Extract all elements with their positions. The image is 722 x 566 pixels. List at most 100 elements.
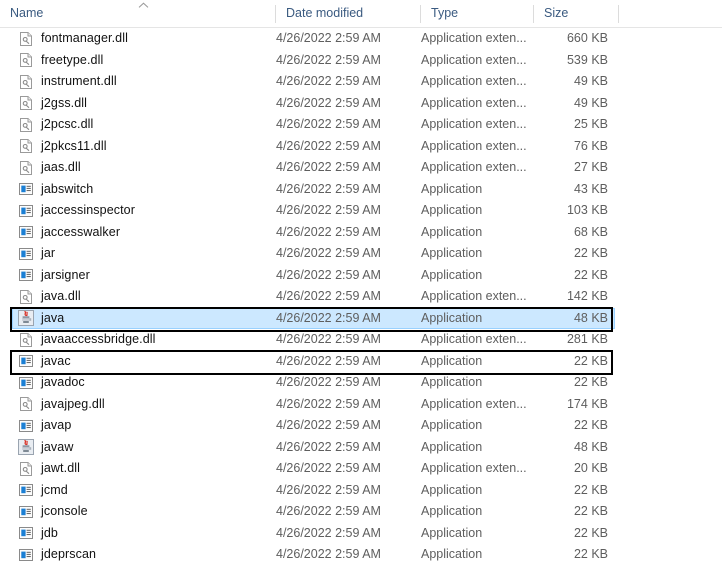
cell-name[interactable]: jaccesswalker bbox=[18, 222, 268, 244]
cell-name[interactable]: jarsigner bbox=[18, 265, 268, 287]
column-divider-4[interactable] bbox=[618, 5, 619, 23]
table-row[interactable]: jar 4/26/2022 2:59 AM Application 22 KB bbox=[0, 243, 722, 265]
cell-date-modified: 4/26/2022 2:59 AM bbox=[276, 181, 381, 196]
table-row[interactable]: javap 4/26/2022 2:59 AM Application 22 KB bbox=[0, 415, 722, 437]
table-row[interactable]: jconsole 4/26/2022 2:59 AM Application 22 K… bbox=[0, 501, 722, 523]
cell-name[interactable]: jaas.dll bbox=[18, 157, 268, 179]
application-exe-icon bbox=[18, 181, 34, 197]
cell-size: 281 KB bbox=[566, 332, 608, 346]
cell-name[interactable]: javadoc bbox=[18, 372, 268, 394]
table-row[interactable]: javaaccessbridge.dll 4/26/2022 2:59 AM App… bbox=[0, 329, 722, 351]
table-row[interactable]: javaw 4/26/2022 2:59 AM Application 48 KB bbox=[0, 437, 722, 459]
cell-size: 76 KB bbox=[573, 138, 608, 153]
table-row[interactable]: java 4/26/2022 2:59 AM Application 48 KB bbox=[0, 307, 722, 330]
cell-size: 48 KB bbox=[573, 310, 608, 325]
table-row[interactable]: jaas.dll 4/26/2022 2:59 AM Application ext… bbox=[0, 157, 722, 179]
table-row[interactable]: javadoc 4/26/2022 2:59 AM Application 22 KB bbox=[0, 372, 722, 394]
column-header-date-modified[interactable]: Date modified bbox=[276, 0, 420, 27]
application-exe-icon bbox=[18, 418, 34, 434]
cell-name[interactable]: jabswitch bbox=[18, 179, 268, 201]
table-row[interactable]: jabswitch 4/26/2022 2:59 AM Application 43 … bbox=[0, 179, 722, 201]
cell-date-modified: 4/26/2022 2:59 AM bbox=[276, 52, 381, 67]
table-row[interactable]: jarsigner 4/26/2022 2:59 AM Application 22 … bbox=[0, 265, 722, 287]
cell-size: 660 KB bbox=[566, 31, 608, 45]
column-header-type[interactable]: Type bbox=[421, 0, 533, 27]
cell-name[interactable]: jaccessinspector bbox=[18, 200, 268, 222]
column-header-size[interactable]: Size bbox=[534, 0, 618, 27]
file-name-label: jar bbox=[41, 246, 56, 260]
cell-size: 25 KB bbox=[573, 117, 608, 131]
table-row[interactable]: javac 4/26/2022 2:59 AM Application 22 KB bbox=[0, 351, 722, 373]
column-header-size-label: Size bbox=[544, 6, 569, 20]
cell-type: Application bbox=[421, 203, 483, 217]
table-row[interactable]: javajpeg.dll 4/26/2022 2:59 AM Application… bbox=[0, 394, 722, 416]
cell-name[interactable]: jconsole bbox=[18, 501, 268, 523]
file-name-label: freetype.dll bbox=[41, 52, 104, 67]
cell-date-modified: 4/26/2022 2:59 AM bbox=[276, 461, 381, 475]
cell-type: Application bbox=[421, 418, 483, 432]
cell-name[interactable]: fontmanager.dll bbox=[18, 28, 268, 50]
table-row[interactable]: instrument.dll 4/26/2022 2:59 AM Applicati… bbox=[0, 71, 722, 93]
cell-date-modified: 4/26/2022 2:59 AM bbox=[276, 138, 381, 153]
cell-name[interactable]: javac bbox=[18, 351, 268, 373]
cell-name[interactable]: javap bbox=[18, 415, 268, 437]
file-name-label: javaw bbox=[41, 439, 74, 454]
table-row[interactable]: jcmd 4/26/2022 2:59 AM Application 22 KB bbox=[0, 480, 722, 502]
cell-size: 142 KB bbox=[566, 289, 608, 303]
cell-name[interactable]: jcmd bbox=[18, 480, 268, 502]
cell-name[interactable]: jdeprscan bbox=[18, 544, 268, 566]
cell-name[interactable]: javajpeg.dll bbox=[18, 394, 268, 416]
file-name-label: j2pkcs11.dll bbox=[41, 138, 107, 153]
table-row[interactable]: freetype.dll 4/26/2022 2:59 AM Application… bbox=[0, 50, 722, 72]
cell-date-modified: 4/26/2022 2:59 AM bbox=[276, 246, 381, 260]
cell-date-modified: 4/26/2022 2:59 AM bbox=[276, 117, 381, 131]
table-row[interactable]: j2pcsc.dll 4/26/2022 2:59 AM Application e… bbox=[0, 114, 722, 136]
cell-type: Application bbox=[421, 310, 483, 325]
cell-name[interactable]: instrument.dll bbox=[18, 71, 268, 93]
cell-type: Application exten... bbox=[421, 332, 527, 346]
file-name-label: jarsigner bbox=[41, 267, 90, 282]
table-row[interactable]: java.dll 4/26/2022 2:59 AM Application ext… bbox=[0, 286, 722, 308]
table-row[interactable]: jawt.dll 4/26/2022 2:59 AM Application ext… bbox=[0, 458, 722, 480]
cell-type: Application bbox=[421, 375, 483, 389]
cell-size: 22 KB bbox=[573, 375, 608, 389]
cell-type: Application bbox=[421, 439, 483, 454]
cell-type: Application bbox=[421, 246, 483, 260]
file-name-label: fontmanager.dll bbox=[41, 31, 128, 45]
cell-name[interactable]: j2pkcs11.dll bbox=[18, 136, 268, 158]
cell-name[interactable]: jdb bbox=[18, 523, 268, 545]
table-row[interactable]: j2gss.dll 4/26/2022 2:59 AM Application ex… bbox=[0, 93, 722, 115]
cell-type: Application exten... bbox=[421, 461, 527, 475]
cell-size: 22 KB bbox=[573, 418, 608, 432]
cell-name[interactable]: javaaccessbridge.dll bbox=[18, 329, 268, 351]
cell-name[interactable]: javaw bbox=[18, 437, 268, 459]
cell-date-modified: 4/26/2022 2:59 AM bbox=[276, 203, 381, 217]
table-row[interactable]: jdb 4/26/2022 2:59 AM Application 22 KB bbox=[0, 523, 722, 545]
application-exe-icon bbox=[18, 267, 34, 283]
cell-name[interactable]: freetype.dll bbox=[18, 50, 268, 72]
cell-size: 22 KB bbox=[573, 547, 608, 561]
file-name-label: jdb bbox=[41, 525, 58, 540]
table-row[interactable]: j2pkcs11.dll 4/26/2022 2:59 AM Application… bbox=[0, 136, 722, 158]
dll-file-icon bbox=[18, 74, 34, 90]
table-row[interactable]: jaccesswalker 4/26/2022 2:59 AM Applicatio… bbox=[0, 222, 722, 244]
cell-name[interactable]: jawt.dll bbox=[18, 458, 268, 480]
cell-type: Application bbox=[421, 181, 483, 196]
cell-name[interactable]: j2gss.dll bbox=[18, 93, 268, 115]
cell-name[interactable]: java.dll bbox=[18, 286, 268, 308]
table-row[interactable]: jaccessinspector 4/26/2022 2:59 AM Applica… bbox=[0, 200, 722, 222]
table-row[interactable]: fontmanager.dll 4/26/2022 2:59 AM Applicat… bbox=[0, 28, 722, 50]
cell-type: Application exten... bbox=[421, 74, 527, 88]
dll-file-icon bbox=[18, 31, 34, 47]
cell-type: Application exten... bbox=[421, 396, 527, 411]
cell-name[interactable]: jar bbox=[18, 243, 268, 265]
cell-size: 49 KB bbox=[573, 74, 608, 88]
cell-size: 22 KB bbox=[573, 246, 608, 260]
application-exe-icon bbox=[18, 525, 34, 541]
dll-file-icon bbox=[18, 52, 34, 68]
dll-file-icon bbox=[18, 396, 34, 412]
table-row[interactable]: jdeprscan 4/26/2022 2:59 AM Application 22 … bbox=[0, 544, 722, 566]
cell-name[interactable]: j2pcsc.dll bbox=[18, 114, 268, 136]
cell-name[interactable]: java bbox=[18, 308, 268, 330]
cell-size: 27 KB bbox=[573, 160, 608, 174]
